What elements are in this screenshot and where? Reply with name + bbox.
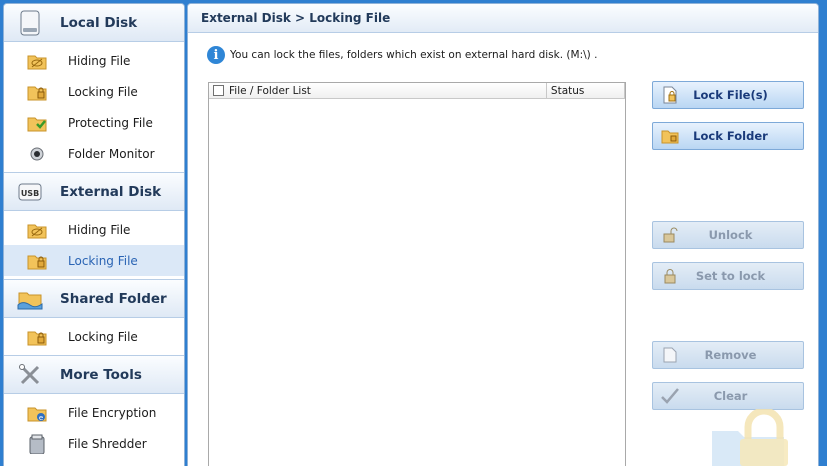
shredder-icon: [26, 434, 48, 454]
list-header: File / Folder List Status: [209, 83, 625, 99]
page-title: External Disk > Locking File: [201, 11, 391, 25]
encryption-icon: e: [26, 403, 48, 423]
set-to-lock-button[interactable]: Set to lock: [652, 262, 804, 290]
sidebar-item-label: Locking File: [68, 329, 138, 344]
column-header-file-folder-list[interactable]: File / Folder List: [209, 83, 547, 98]
svg-text:USB: USB: [21, 189, 39, 198]
info-text: You can lock the files, folders which ex…: [230, 49, 598, 61]
sidebar-item-folder-monitor[interactable]: Folder Monitor: [4, 138, 184, 169]
sidebar-item-label: Folder Monitor: [68, 146, 155, 161]
section-title: More Tools: [60, 366, 142, 383]
select-all-checkbox[interactable]: [213, 85, 224, 96]
column-header-status[interactable]: Status: [547, 83, 625, 98]
tools-icon: [16, 362, 44, 388]
lock-icon: [660, 267, 680, 285]
breadcrumb: External Disk > Locking File: [188, 4, 818, 33]
sidebar-item-label: Locking File: [68, 84, 138, 99]
sidebar-item-label: File Shredder: [68, 436, 147, 451]
file-folder-list[interactable]: File / Folder List Status: [208, 82, 626, 466]
hide-folder-icon: [26, 51, 48, 71]
sidebar-item-file-encryption[interactable]: e File Encryption: [4, 397, 184, 428]
info-message: i You can lock the files, folders which …: [207, 46, 597, 64]
section-title: External Disk: [60, 183, 162, 200]
padlock-watermark-icon: [708, 407, 808, 466]
sidebar-item-shared-locking-file[interactable]: Locking File: [4, 321, 184, 352]
sidebar-item-external-locking-file[interactable]: Locking File: [4, 245, 184, 276]
sidebar-item-label: File Encryption: [68, 405, 157, 420]
unlock-button[interactable]: Unlock: [652, 221, 804, 249]
sidebar-item-external-hiding-file[interactable]: Hiding File: [4, 214, 184, 245]
remove-button[interactable]: Remove: [652, 341, 804, 369]
monitor-icon: [26, 144, 48, 164]
usb-icon: USB: [16, 179, 44, 205]
info-icon: i: [207, 46, 225, 64]
section-more-tools[interactable]: More Tools: [4, 355, 184, 394]
sidebar: Local Disk Hiding File Locking File Prot…: [3, 3, 185, 466]
sidebar-item-local-locking-file[interactable]: Locking File: [4, 76, 184, 107]
sidebar-item-file-shredder[interactable]: File Shredder: [4, 428, 184, 459]
section-local-disk[interactable]: Local Disk: [4, 4, 184, 42]
sidebar-item-label: Hiding File: [68, 53, 131, 68]
section-title: Local Disk: [60, 14, 138, 31]
checkmark-icon: [660, 387, 680, 405]
section-title: Shared Folder: [60, 290, 167, 307]
protect-folder-icon: [26, 113, 48, 133]
sidebar-item-label: Hiding File: [68, 222, 131, 237]
section-shared-folder[interactable]: Shared Folder: [4, 279, 184, 318]
clear-button[interactable]: Clear: [652, 382, 804, 410]
hide-folder-icon: [26, 220, 48, 240]
lock-files-button[interactable]: Lock File(s): [652, 81, 804, 109]
section-external-disk[interactable]: USB External Disk: [4, 172, 184, 211]
main-panel: External Disk > Locking File i You can l…: [187, 3, 819, 466]
sidebar-item-label: Protecting File: [68, 115, 153, 130]
lock-file-icon: [660, 86, 680, 104]
shared-folder-icon: [16, 286, 44, 312]
sidebar-item-local-hiding-file[interactable]: Hiding File: [4, 45, 184, 76]
lock-folder-button[interactable]: Lock Folder: [652, 122, 804, 150]
lock-folder-icon: [26, 82, 48, 102]
svg-text:e: e: [39, 414, 43, 422]
remove-file-icon: [660, 346, 680, 364]
lock-folder-icon: [660, 127, 680, 145]
unlock-icon: [660, 226, 680, 244]
lock-folder-icon: [26, 251, 48, 271]
hard-disk-icon: [16, 10, 44, 36]
lock-folder-icon: [26, 327, 48, 347]
sidebar-item-label: Locking File: [68, 253, 138, 268]
sidebar-item-local-protecting-file[interactable]: Protecting File: [4, 107, 184, 138]
